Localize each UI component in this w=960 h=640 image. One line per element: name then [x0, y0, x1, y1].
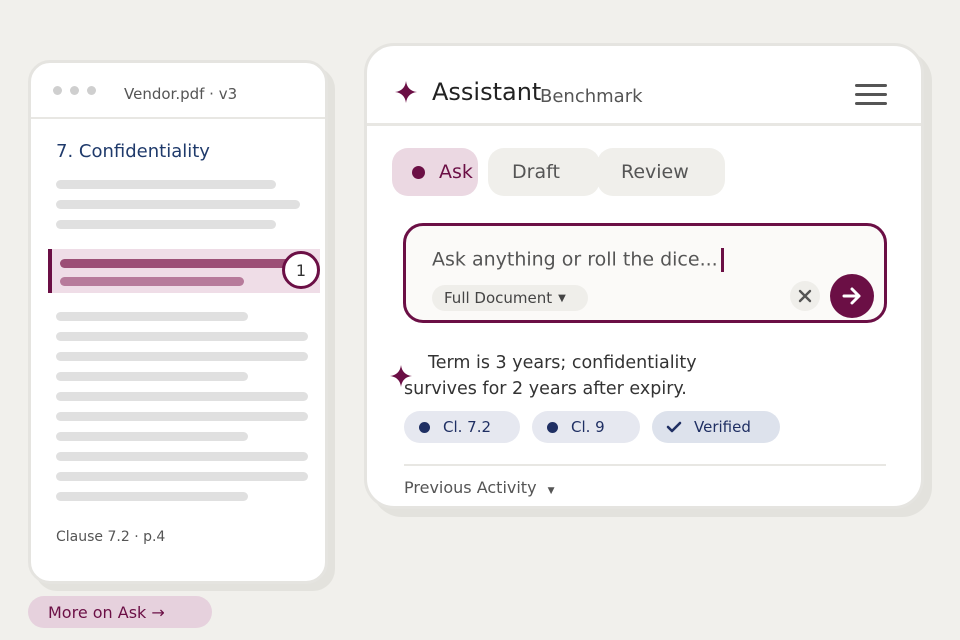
caret-down-icon: ▼	[558, 292, 566, 304]
tab-label: Ask	[439, 161, 473, 183]
caret-down-icon: ▼	[547, 486, 555, 496]
assistant-answer: Term is 3 years; confidentiality survive…	[404, 350, 744, 402]
highlighted-line	[60, 259, 298, 268]
tab-label: Review	[621, 161, 689, 183]
citation-dot	[547, 421, 558, 433]
citation-dot	[419, 421, 430, 433]
clear-button[interactable]	[790, 281, 820, 311]
verified-label: Verified	[694, 418, 751, 436]
citation-chip[interactable]: Cl. 7.2	[404, 411, 520, 443]
arrow-right-icon	[842, 287, 861, 305]
assistant-panel: Assistant Benchmark Ask Draft Review Ask…	[364, 43, 924, 509]
previous-activity-toggle[interactable]: Previous Activity ▼	[404, 478, 555, 497]
text-line	[56, 220, 276, 229]
tab-label: Draft	[512, 161, 560, 183]
clause-reference: Clause 7.2 · p.4	[56, 529, 166, 545]
scope-dropdown[interactable]: Full Document ▼	[432, 285, 588, 311]
text-line	[56, 492, 248, 501]
text-line	[56, 352, 308, 361]
check-icon	[666, 421, 682, 433]
section-heading: 7. Confidentiality	[56, 141, 210, 162]
text-caret	[720, 248, 724, 272]
answer-line: Term is 3 years; confidentiality	[428, 353, 697, 373]
tab-ask[interactable]: Ask	[392, 148, 478, 196]
assistant-title: Assistant	[432, 78, 542, 106]
document-title: Vendor.pdf · v3	[124, 85, 238, 103]
citation-chip[interactable]: Cl. 9	[532, 411, 640, 443]
divider	[404, 464, 886, 466]
text-line	[56, 200, 300, 209]
send-button[interactable]	[830, 274, 874, 318]
window-dot	[70, 85, 79, 95]
text-line	[56, 432, 248, 441]
sparkle-icon	[395, 81, 417, 103]
text-line	[56, 332, 308, 341]
answer-line: survives for 2 years after expiry.	[404, 379, 687, 399]
more-on-ask-link[interactable]: More on Ask →	[28, 596, 212, 628]
window-dot	[53, 85, 62, 95]
window-dot	[87, 85, 96, 95]
citation-number-badge[interactable]: 1	[282, 251, 320, 289]
tab-draft[interactable]: Draft	[488, 148, 600, 196]
highlighted-clause[interactable]	[48, 249, 320, 293]
document-header: Vendor.pdf · v3	[31, 63, 325, 119]
ask-input[interactable]: Ask anything or roll the dice... Full Do…	[403, 223, 887, 323]
verified-badge: Verified	[652, 411, 780, 443]
document-card: Vendor.pdf · v3 7. Confidentiality 1 Cla…	[28, 60, 328, 584]
text-line	[56, 392, 308, 401]
highlighted-line	[60, 277, 244, 286]
text-line	[56, 180, 276, 189]
text-line	[56, 472, 308, 481]
ask-input-placeholder: Ask anything or roll the dice...	[432, 248, 724, 272]
previous-activity-label: Previous Activity	[404, 478, 537, 497]
active-tab-dot	[412, 165, 425, 179]
close-icon	[798, 289, 812, 303]
text-line	[56, 452, 308, 461]
text-line	[56, 412, 308, 421]
citation-label: Cl. 7.2	[443, 418, 492, 436]
scope-label: Full Document	[444, 289, 553, 307]
assistant-header: Assistant Benchmark	[367, 46, 921, 126]
text-line	[56, 312, 248, 321]
citation-label: Cl. 9	[571, 418, 605, 436]
tab-review[interactable]: Review	[597, 148, 725, 196]
window-dots	[53, 85, 96, 95]
text-line	[56, 372, 248, 381]
menu-icon[interactable]	[855, 84, 887, 106]
assistant-subtitle: Benchmark	[540, 86, 643, 107]
